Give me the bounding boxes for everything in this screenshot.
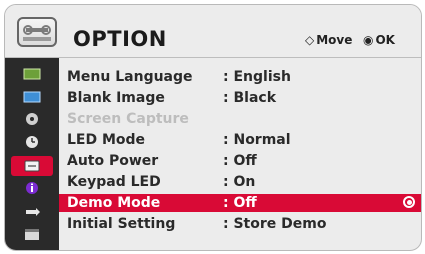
move-hint: ◇ Move bbox=[305, 33, 352, 47]
menu-item-label: Keypad LED bbox=[67, 174, 161, 190]
menu-item-label: Menu Language bbox=[67, 69, 193, 85]
menu-item-label: Screen Capture bbox=[67, 111, 189, 127]
info-icon bbox=[25, 180, 39, 199]
sidebar-item-screen[interactable] bbox=[11, 87, 53, 107]
menu-item-initial-setting[interactable]: Initial Setting : Store Demo bbox=[59, 215, 421, 233]
screen-icon bbox=[23, 88, 41, 107]
menu-item-screen-capture: Screen Capture bbox=[59, 110, 421, 128]
ok-hint: ◉ OK bbox=[363, 33, 395, 47]
sidebar-item-audio[interactable] bbox=[11, 110, 53, 130]
directional-pad-icon: ◇ bbox=[305, 33, 315, 47]
option-toolbox-icon bbox=[23, 157, 41, 176]
menu-header: OPTION ◇ Move ◉ OK bbox=[5, 5, 421, 57]
menu-item-value: : Black bbox=[223, 90, 276, 106]
audio-disc-icon bbox=[25, 111, 39, 130]
ok-hint-label: OK bbox=[375, 33, 395, 47]
menu-item-value: : Off bbox=[223, 195, 257, 211]
menu-item-keypad-led[interactable]: Keypad LED : On bbox=[59, 173, 421, 191]
media-clapboard-icon bbox=[23, 226, 41, 245]
toolbox-icon bbox=[17, 17, 57, 47]
menu-item-demo-mode[interactable]: Demo Mode : Off bbox=[59, 194, 421, 212]
menu-item-value: : Off bbox=[223, 153, 257, 169]
menu-item-value: : English bbox=[223, 69, 291, 85]
option-menu-panel: OPTION ◇ Move ◉ OK Menu Language: Engli… bbox=[4, 4, 422, 251]
category-sidebar bbox=[5, 58, 59, 250]
option-menu-list: Menu Language : English Blank Image : Bl… bbox=[59, 58, 421, 250]
sidebar-item-input[interactable] bbox=[11, 202, 53, 222]
input-icon bbox=[23, 203, 41, 222]
menu-item-label: LED Mode bbox=[67, 132, 146, 148]
sidebar-item-media[interactable] bbox=[11, 225, 53, 245]
menu-item-value: : On bbox=[223, 174, 256, 190]
picture-icon bbox=[23, 65, 41, 84]
menu-item-blank-image[interactable]: Blank Image : Black bbox=[59, 89, 421, 107]
move-hint-label: Move bbox=[316, 33, 353, 47]
page-title: OPTION bbox=[73, 27, 167, 51]
menu-item-label: Initial Setting bbox=[67, 216, 176, 232]
sidebar-item-time[interactable] bbox=[11, 133, 53, 153]
ok-button-icon: ◉ bbox=[363, 33, 374, 47]
clock-icon bbox=[25, 134, 39, 153]
menu-item-label: Auto Power bbox=[67, 153, 159, 169]
selected-radio-icon bbox=[403, 196, 415, 208]
menu-item-value: : Store Demo bbox=[223, 216, 327, 232]
sidebar-item-option[interactable] bbox=[11, 156, 53, 176]
menu-item-label: Blank Image bbox=[67, 90, 165, 106]
menu-item-menu-language[interactable]: Menu Language : English bbox=[59, 68, 421, 86]
menu-item-led-mode[interactable]: LED Mode : Normal bbox=[59, 131, 421, 149]
sidebar-item-info[interactable] bbox=[11, 179, 53, 199]
menu-item-label: Demo Mode bbox=[67, 195, 161, 211]
sidebar-item-picture[interactable] bbox=[11, 64, 53, 84]
menu-item-auto-power[interactable]: Auto Power : Off bbox=[59, 152, 421, 170]
menu-item-value: : Normal bbox=[223, 132, 291, 148]
